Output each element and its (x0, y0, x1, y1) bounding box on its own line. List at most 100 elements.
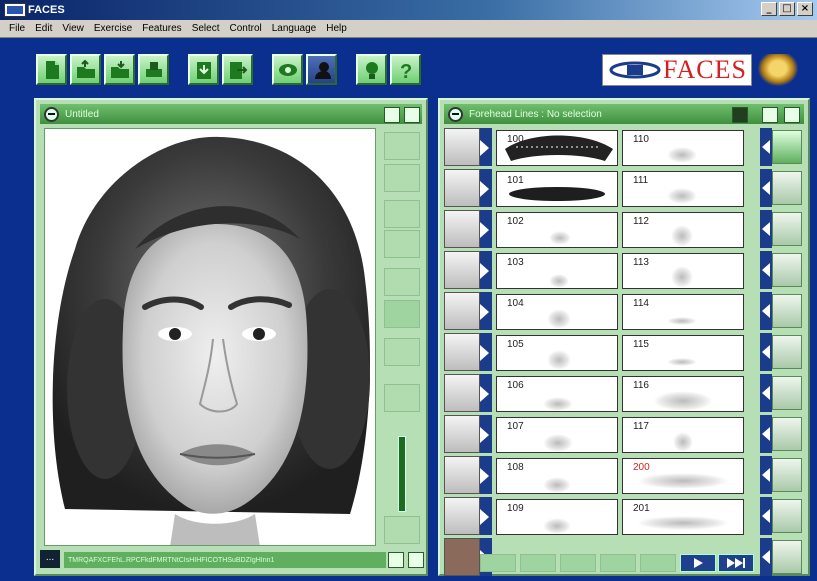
maximize-button[interactable]: □ (779, 2, 795, 16)
category-head-shape[interactable] (444, 128, 494, 166)
help-button[interactable]: ? (390, 54, 421, 85)
feature-cell[interactable]: 103 (496, 253, 618, 289)
category-eyebrows[interactable] (444, 210, 494, 248)
save-composite-button[interactable] (388, 552, 404, 568)
silhouette-button[interactable] (306, 54, 337, 85)
collapse-button[interactable] (44, 106, 59, 122)
svg-text:?: ? (400, 61, 412, 81)
feature-cell[interactable]: 105 (496, 335, 618, 371)
category-eyes[interactable] (444, 251, 494, 289)
category-lips[interactable] (444, 333, 494, 371)
feature-preview-image (667, 317, 697, 325)
face-composite-image (45, 136, 375, 545)
category-chin[interactable] (444, 374, 494, 412)
edit-pencil-button[interactable] (404, 107, 420, 123)
position-tool-button[interactable] (384, 300, 420, 328)
folder-button[interactable] (784, 107, 800, 123)
sample-item[interactable] (760, 333, 804, 371)
feature-cell[interactable]: 108 (496, 458, 618, 494)
menu-file[interactable]: File (4, 23, 30, 34)
feature-cell[interactable]: 106 (496, 376, 618, 412)
feature-cell[interactable]: 104 (496, 294, 618, 330)
menu-control[interactable]: Control (224, 23, 266, 34)
close-button[interactable]: × (797, 2, 813, 16)
menu-select[interactable]: Select (187, 23, 225, 34)
feature-preview-image (549, 231, 571, 245)
rotate-tool-button[interactable] (384, 132, 420, 160)
feature-cell[interactable]: 200 (622, 458, 744, 494)
feature-cell[interactable]: 111 (622, 171, 744, 207)
reset-tool-button[interactable] (384, 516, 420, 544)
save-button[interactable] (104, 54, 135, 85)
print-button[interactable] (138, 54, 169, 85)
sample-item[interactable] (760, 251, 804, 289)
window-toggle-button[interactable] (384, 107, 400, 123)
feature-preview-image (667, 188, 697, 204)
move-right-button[interactable] (384, 230, 420, 258)
skip-forward-button[interactable] (718, 554, 754, 572)
sample-item[interactable] (760, 415, 804, 453)
hint-button[interactable] (356, 54, 387, 85)
zoom-tool-button[interactable] (384, 164, 420, 192)
feature-cell[interactable]: 117 (622, 417, 744, 453)
gallery-button[interactable] (762, 107, 778, 123)
size-tool-button[interactable] (384, 384, 420, 412)
menu-edit[interactable]: Edit (30, 23, 57, 34)
sample-item[interactable] (760, 497, 804, 535)
sample-item[interactable] (760, 538, 804, 576)
category-nose[interactable] (444, 292, 494, 330)
redo-button[interactable] (600, 554, 636, 572)
edit-button[interactable] (640, 554, 676, 572)
pause-button[interactable] (732, 107, 748, 123)
composite-title: Untitled (65, 108, 99, 120)
sample-item[interactable] (760, 210, 804, 248)
export-icon (230, 62, 248, 79)
feature-cell[interactable]: 112 (622, 212, 744, 248)
menu-view[interactable]: View (57, 23, 89, 34)
feature-cell[interactable]: 114 (622, 294, 744, 330)
feature-cell[interactable]: 115 (622, 335, 744, 371)
sample-item[interactable] (760, 292, 804, 330)
feature-cell[interactable]: 109 (496, 499, 618, 535)
back-button[interactable] (520, 554, 556, 572)
face-code-field: TMRQAFXCFEhL.RPCFkdFMRTNtCIsHIHFICOTHSuB… (64, 552, 386, 568)
import-button[interactable] (188, 54, 219, 85)
more-options-button[interactable]: ... (40, 550, 60, 568)
sample-item[interactable] (760, 456, 804, 494)
feature-cell[interactable]: 107 (496, 417, 618, 453)
category-hair[interactable] (444, 169, 494, 207)
play-button[interactable] (680, 554, 716, 572)
move-left-button[interactable] (384, 200, 420, 228)
feature-cell[interactable]: 100 (496, 130, 618, 166)
category-goatee[interactable] (444, 497, 494, 535)
face-composite-canvas[interactable] (44, 128, 376, 546)
sample-item[interactable] (760, 128, 804, 166)
feature-cell[interactable]: 102 (496, 212, 618, 248)
sample-item[interactable] (760, 374, 804, 412)
menu-exercise[interactable]: Exercise (89, 23, 137, 34)
feature-cell[interactable]: 101 (496, 171, 618, 207)
rewind-button[interactable] (480, 554, 516, 572)
menu-language[interactable]: Language (267, 23, 322, 34)
undo-button[interactable] (560, 554, 596, 572)
intensity-slider[interactable] (398, 436, 406, 512)
category-mustache[interactable] (444, 415, 494, 453)
feature-preview-image (543, 397, 573, 411)
menu-help[interactable]: Help (321, 23, 352, 34)
export-button[interactable] (222, 54, 253, 85)
new-file-button[interactable] (36, 54, 67, 85)
view-button[interactable] (272, 54, 303, 85)
open-button[interactable] (70, 54, 101, 85)
category-beard[interactable] (444, 456, 494, 494)
feature-cell[interactable]: 110 (622, 130, 744, 166)
tilt-tool-button[interactable] (384, 338, 420, 366)
sample-item[interactable] (760, 169, 804, 207)
menu-features[interactable]: Features (137, 23, 186, 34)
feature-collapse-button[interactable] (448, 106, 463, 122)
stretch-tool-button[interactable] (384, 268, 420, 296)
email-composite-button[interactable] (408, 552, 424, 568)
feature-cell[interactable]: 116 (622, 376, 744, 412)
minimize-button[interactable]: _ (761, 2, 777, 16)
feature-cell[interactable]: 113 (622, 253, 744, 289)
feature-cell[interactable]: 201 (622, 499, 744, 535)
